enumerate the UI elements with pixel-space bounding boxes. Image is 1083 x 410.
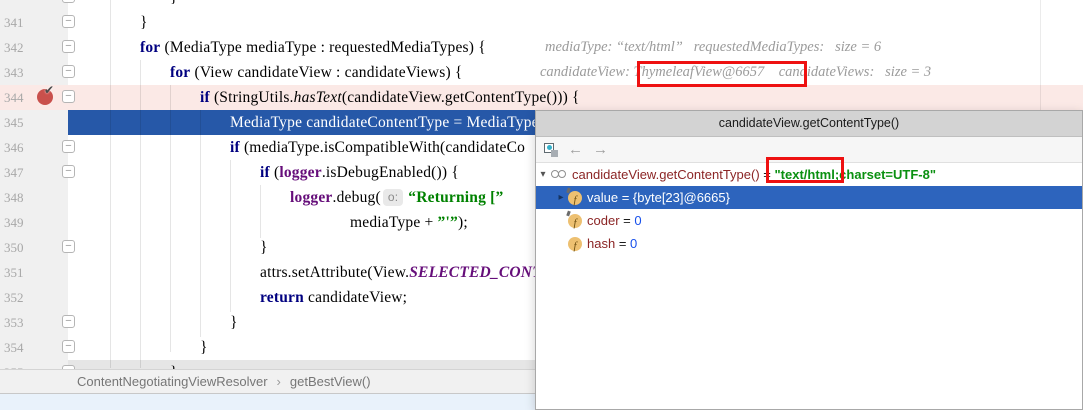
code-segment: } bbox=[230, 314, 238, 331]
debugger-popup: candidateView.getContentType() ← → ▾ cand… bbox=[535, 110, 1083, 410]
variable-row-hash[interactable]: fhash = 0 bbox=[536, 232, 1082, 255]
code-segment: return bbox=[260, 289, 304, 306]
code-segment: } bbox=[200, 339, 208, 356]
code-line-text: if (StringUtils.hasText(candidateView.ge… bbox=[200, 85, 580, 110]
breadcrumb-method[interactable]: getBestView() bbox=[290, 374, 371, 389]
variable-row-value[interactable]: ▸fvalue = {byte[23]@6665} bbox=[536, 186, 1082, 209]
code-segment: (mediaType.isCompatibleWith(candidateCo bbox=[240, 139, 525, 156]
code-segment: .isDebugEnabled()) { bbox=[322, 164, 459, 181]
code-segment: logger bbox=[279, 164, 322, 181]
code-line-343[interactable]: for (View candidateView : candidateViews… bbox=[0, 60, 1083, 85]
variable-name: candidateView.getContentType() bbox=[572, 167, 760, 182]
code-segment: ); bbox=[458, 214, 468, 231]
content-type-highlight bbox=[766, 157, 844, 183]
code-segment: o: bbox=[383, 189, 403, 206]
variable-value: 0 bbox=[630, 236, 637, 251]
code-segment: } bbox=[260, 239, 268, 256]
equals-sign: = bbox=[615, 236, 630, 251]
code-segment: (StringUtils. bbox=[210, 89, 294, 106]
code-segment: “Returning [” bbox=[408, 189, 503, 206]
code-segment: ( bbox=[270, 164, 279, 181]
popup-title: candidateView.getContentType() bbox=[536, 111, 1082, 137]
variable-value: 0 bbox=[634, 213, 641, 228]
code-line-text: return candidateView; bbox=[260, 285, 407, 310]
code-line-342[interactable]: for (MediaType mediaType : requestedMedi… bbox=[0, 35, 1083, 60]
code-line-341[interactable]: } bbox=[0, 10, 1083, 35]
field-icon: f bbox=[568, 191, 582, 205]
code-segment: attrs.setAttribute(View. bbox=[260, 264, 409, 281]
code-line-340[interactable]: } bbox=[0, 0, 1083, 10]
code-segment: if bbox=[230, 139, 240, 156]
code-line-344[interactable]: if (StringUtils.hasText(candidateView.ge… bbox=[0, 85, 1083, 110]
code-line-text: if (mediaType.isCompatibleWith(candidate… bbox=[230, 135, 525, 160]
code-line-text: } bbox=[230, 310, 238, 335]
forward-arrow-icon[interactable]: → bbox=[593, 140, 608, 160]
code-segment: SELECTED_CONTE bbox=[409, 264, 552, 281]
code-line-text: } bbox=[200, 335, 208, 360]
equals-sign: = bbox=[620, 213, 635, 228]
equals-sign: = bbox=[618, 190, 633, 205]
code-segment: MediaType candidateContentType = MediaTy… bbox=[230, 114, 539, 131]
variable-name: value bbox=[587, 190, 618, 205]
code-segment: logger bbox=[290, 189, 333, 206]
code-segment: mediaType + bbox=[350, 214, 438, 231]
code-segment: hasText bbox=[294, 89, 342, 106]
field-icon: f bbox=[568, 237, 582, 251]
watch-glasses-icon bbox=[550, 170, 569, 179]
code-line-text: } bbox=[140, 10, 148, 35]
code-line-text: logger.debug(o: “Returning [” bbox=[290, 185, 503, 210]
ide-debug-screenshot: −}341−}342−for (MediaType mediaType : re… bbox=[0, 0, 1083, 410]
back-arrow-icon[interactable]: ← bbox=[568, 140, 583, 160]
chevron-down-icon[interactable]: ▾ bbox=[536, 169, 550, 180]
code-segment: (candidateView.getContentType())) { bbox=[342, 89, 580, 106]
code-segment: } bbox=[170, 0, 178, 6]
code-line-text: MediaType candidateContentType = MediaTy… bbox=[230, 110, 539, 135]
code-segment: } bbox=[140, 14, 148, 31]
variable-name: hash bbox=[587, 236, 615, 251]
code-segment: if bbox=[260, 164, 270, 181]
field-icon: f bbox=[568, 214, 582, 228]
code-line-text: mediaType + ”'”); bbox=[350, 210, 468, 235]
inline-debugger-hint: mediaType: “text/html” requestedMediaTyp… bbox=[545, 35, 881, 60]
code-segment: (View candidateView : candidateViews) { bbox=[190, 64, 462, 81]
code-segment: ”'” bbox=[438, 214, 458, 231]
variable-row-coder[interactable]: fcoder = 0 bbox=[536, 209, 1082, 232]
variable-value: {byte[23]@6665} bbox=[633, 190, 730, 205]
code-segment: for bbox=[140, 39, 160, 56]
code-line-text: } bbox=[260, 235, 268, 260]
variable-name: coder bbox=[587, 213, 620, 228]
code-line-text: for (MediaType mediaType : requestedMedi… bbox=[140, 35, 486, 60]
code-line-text: if (logger.isDebugEnabled()) { bbox=[260, 160, 459, 185]
breadcrumb-class[interactable]: ContentNegotiatingViewResolver bbox=[77, 374, 268, 389]
inspect-icon[interactable] bbox=[544, 142, 560, 158]
code-line-text: } bbox=[170, 0, 178, 10]
code-segment: for bbox=[170, 64, 190, 81]
code-line-text: for (View candidateView : candidateViews… bbox=[170, 60, 463, 85]
code-segment: candidateView; bbox=[304, 289, 407, 306]
thymeleaf-view-highlight bbox=[637, 61, 807, 87]
breadcrumb-separator-icon: › bbox=[277, 374, 281, 389]
code-segment: (MediaType mediaType : requestedMediaTyp… bbox=[160, 39, 485, 56]
code-segment: .debug( bbox=[333, 189, 381, 206]
code-segment: if bbox=[200, 89, 210, 106]
code-line-text: attrs.setAttribute(View.SELECTED_CONTE bbox=[260, 260, 552, 285]
chevron-right-icon[interactable]: ▸ bbox=[554, 192, 568, 203]
